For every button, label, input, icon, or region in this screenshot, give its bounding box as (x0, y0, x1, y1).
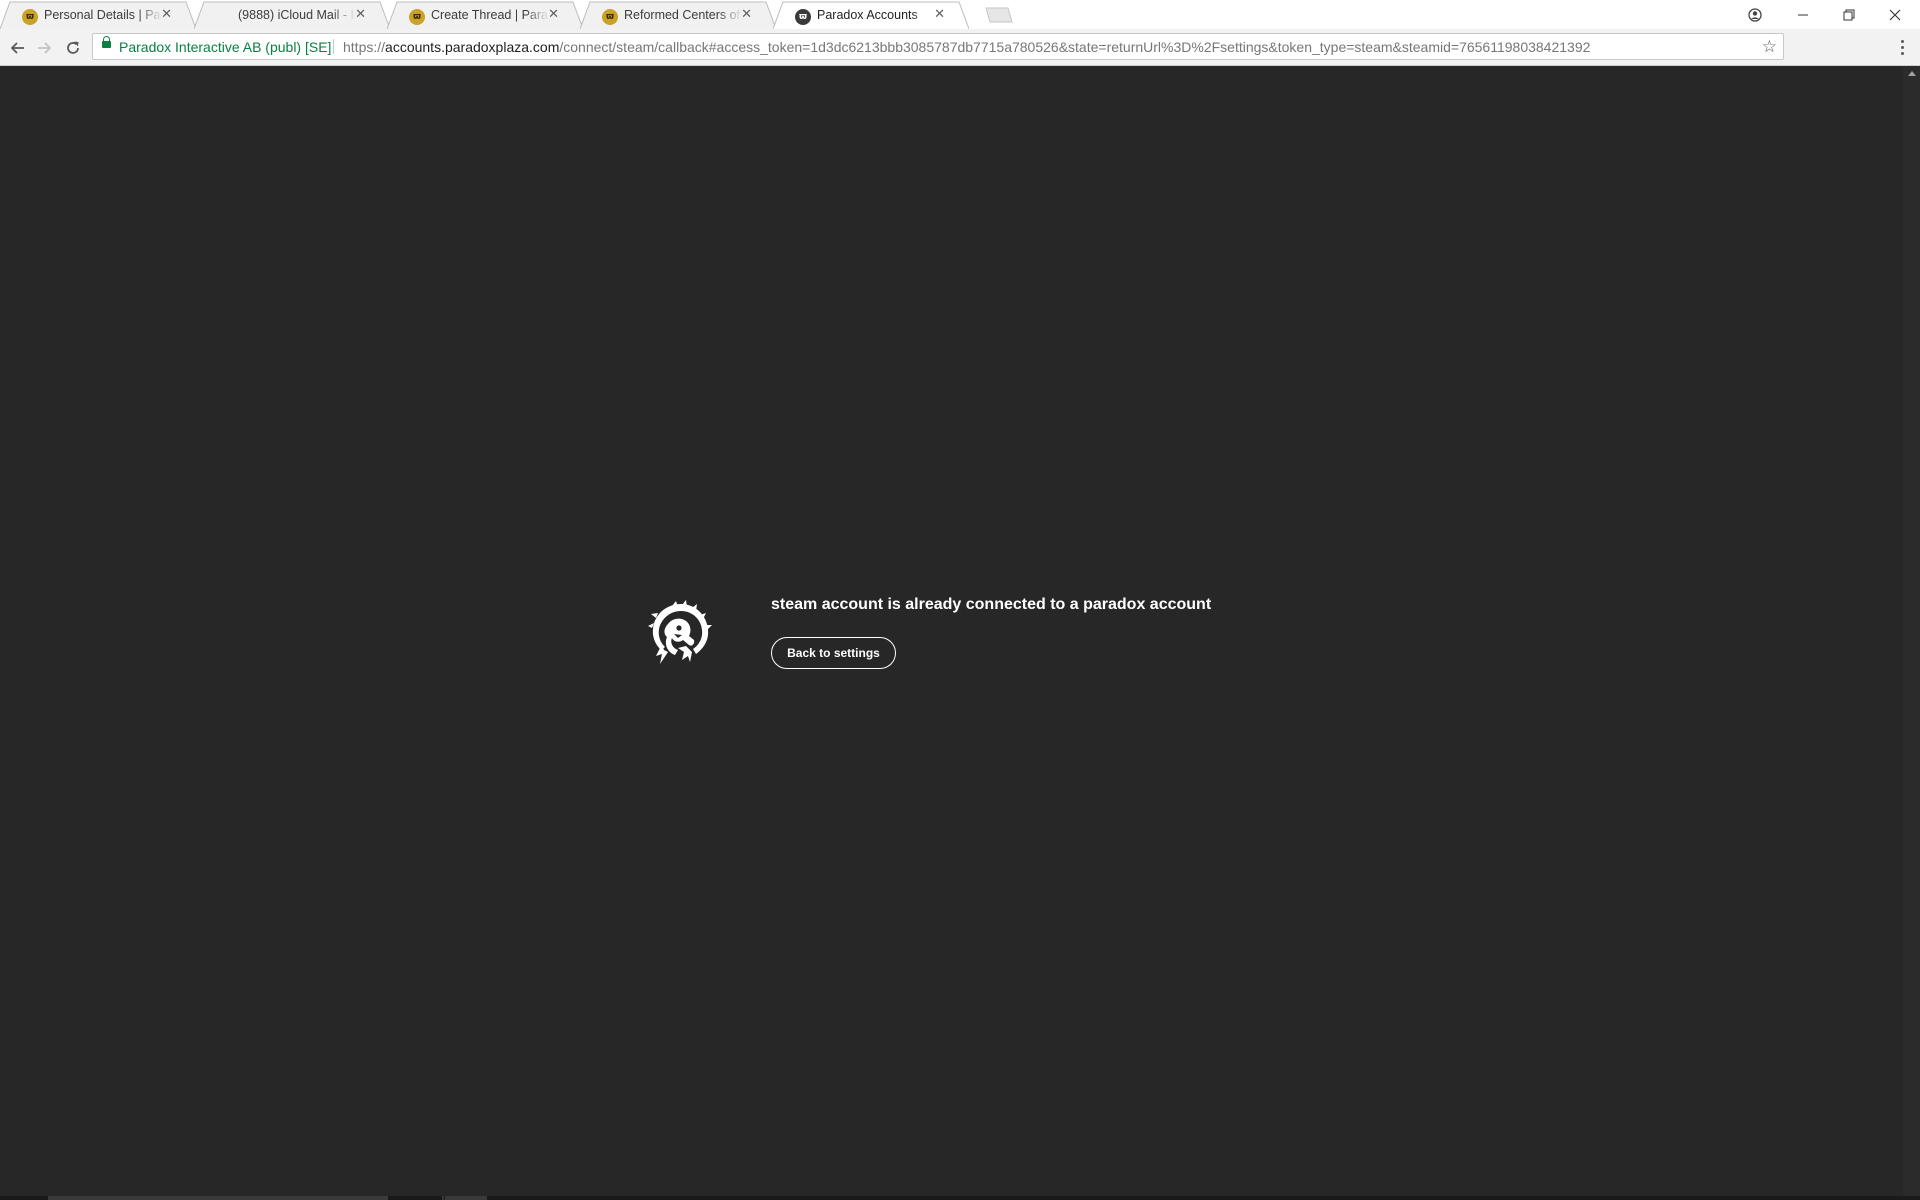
bookmark-star-icon[interactable]: ☆ (1762, 37, 1777, 57)
tab-close-icon[interactable]: ✕ (741, 7, 752, 22)
url-text[interactable]: https://accounts.paradoxplaza.com/connec… (343, 39, 1590, 55)
paradox-icon: ϖ (22, 9, 38, 25)
url-path: /connect/steam/callback#access_token=1d3… (559, 39, 1591, 55)
browser-tab[interactable]: ϖ Reformed Centers of Religion✕ (580, 1, 776, 29)
security-origin-label[interactable]: Paradox Interactive AB (publ) [SE] (119, 39, 331, 55)
tab-title: Paradox Accounts (817, 8, 918, 22)
tab-strip: ϖPersonal Details | Paradox✕(9888) iClou… (0, 0, 1920, 29)
browser-tab[interactable]: ϖ Paradox Accounts ✕ (773, 1, 969, 29)
scroll-up-arrow-icon[interactable] (1908, 71, 1916, 76)
page-scrollbar[interactable] (1903, 66, 1920, 1200)
browser-menu-icon[interactable] (1894, 37, 1910, 57)
tab-close-icon[interactable]: ✕ (355, 7, 366, 22)
error-message: steam account is already connected to a … (771, 596, 1212, 613)
new-tab-button[interactable] (982, 7, 1014, 23)
back-arrow-icon[interactable] (6, 37, 28, 59)
paradox-dragon-logo-icon (648, 600, 712, 664)
browser-tab[interactable]: ϖ Create Thread | Paradox✕ (387, 1, 583, 29)
taskbar-edge (0, 1196, 1920, 1200)
paradox-icon: ϖ (602, 9, 618, 25)
paradox-icon: ϖ (409, 9, 425, 25)
paradox-dragon-icon: ϖ (795, 9, 811, 25)
close-window-button[interactable] (1873, 0, 1917, 29)
tab-title: Personal Details | Paradox (44, 8, 162, 22)
lock-icon[interactable] (102, 36, 111, 48)
back-to-settings-button[interactable]: Back to settings (771, 637, 896, 669)
url-scheme: https:// (343, 39, 386, 55)
tab-title: Create Thread | Paradox (431, 8, 549, 22)
address-separator (333, 39, 334, 54)
restore-button[interactable] (1827, 0, 1871, 29)
tab-title: Reformed Centers of Religion (624, 8, 742, 22)
forward-arrow-icon[interactable] (34, 37, 56, 59)
tab-close-icon[interactable]: ✕ (934, 7, 945, 22)
profile-icon[interactable] (1733, 0, 1777, 29)
tab-title: (9888) iCloud Mail - Inbox (238, 8, 356, 22)
url-host: accounts.paradoxplaza.com (385, 39, 560, 55)
reload-icon[interactable] (62, 37, 84, 59)
apple-icon (216, 9, 232, 25)
browser-tab[interactable]: ϖ Personal Details | Paradox✕ (0, 1, 196, 29)
tab-close-icon[interactable]: ✕ (548, 7, 559, 22)
address-bar[interactable]: Paradox Interactive AB (publ) [SE] https… (92, 33, 1784, 60)
minimize-button[interactable] (1781, 0, 1825, 29)
browser-toolbar: Paradox Interactive AB (publ) [SE] https… (0, 29, 1920, 66)
tab-close-icon[interactable]: ✕ (161, 7, 172, 22)
browser-tab[interactable]: (9888) iCloud Mail - Inbox✕ (194, 1, 390, 29)
